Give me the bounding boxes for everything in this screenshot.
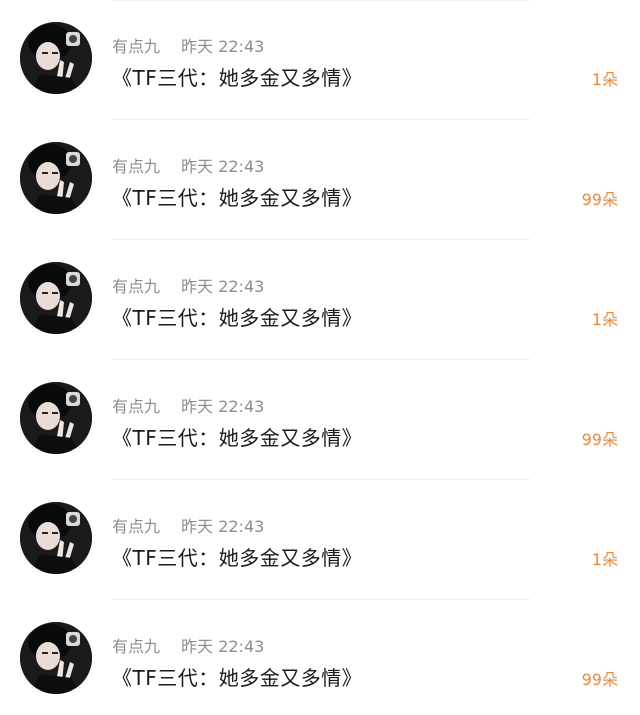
avatar[interactable] <box>20 622 92 694</box>
comment-meta: 有点九 昨天 22:43 <box>112 513 264 537</box>
list-item[interactable]: 有点九 昨天 22:43 《TF三代：她多金又多情》 1朵 <box>0 480 640 600</box>
comment-meta: 有点九 昨天 22:43 <box>112 153 264 177</box>
avatar[interactable] <box>20 502 92 574</box>
avatar[interactable] <box>20 142 92 214</box>
timestamp: 昨天 22:43 <box>181 277 265 296</box>
flower-count: 99朵 <box>581 190 618 209</box>
avatar[interactable] <box>20 262 92 334</box>
flower-count: 99朵 <box>581 430 618 449</box>
gift-record-list: 有点九 昨天 22:43 《TF三代：她多金又多情》 1朵 有点九 昨天 22:… <box>0 0 640 715</box>
user-avatar-icon <box>20 142 92 214</box>
user-avatar-icon <box>20 262 92 334</box>
timestamp: 昨天 22:43 <box>181 637 265 656</box>
user-avatar-icon <box>20 622 92 694</box>
user-avatar-icon <box>20 22 92 94</box>
timestamp: 昨天 22:43 <box>181 517 265 536</box>
comment-meta: 有点九 昨天 22:43 <box>112 273 264 297</box>
list-item[interactable]: 有点九 昨天 22:43 《TF三代：她多金又多情》 1朵 <box>0 0 640 120</box>
story-title[interactable]: 《TF三代：她多金又多情》 <box>112 302 362 331</box>
story-title[interactable]: 《TF三代：她多金又多情》 <box>112 62 362 91</box>
story-title[interactable]: 《TF三代：她多金又多情》 <box>112 422 362 451</box>
timestamp: 昨天 22:43 <box>181 157 265 176</box>
comment-meta: 有点九 昨天 22:43 <box>112 393 264 417</box>
timestamp: 昨天 22:43 <box>181 397 265 416</box>
list-item[interactable]: 有点九 昨天 22:43 《TF三代：她多金又多情》 99朵 <box>0 360 640 480</box>
avatar[interactable] <box>20 382 92 454</box>
list-item[interactable]: 有点九 昨天 22:43 《TF三代：她多金又多情》 99朵 <box>0 120 640 240</box>
author-name[interactable]: 有点九 <box>112 37 160 56</box>
author-name[interactable]: 有点九 <box>112 157 160 176</box>
author-name[interactable]: 有点九 <box>112 517 160 536</box>
comment-meta: 有点九 昨天 22:43 <box>112 633 264 657</box>
flower-count: 1朵 <box>591 70 618 89</box>
author-name[interactable]: 有点九 <box>112 637 160 656</box>
avatar[interactable] <box>20 22 92 94</box>
user-avatar-icon <box>20 382 92 454</box>
flower-count: 99朵 <box>581 670 618 689</box>
comment-meta: 有点九 昨天 22:43 <box>112 33 264 57</box>
timestamp: 昨天 22:43 <box>181 37 265 56</box>
flower-count: 1朵 <box>591 550 618 569</box>
user-avatar-icon <box>20 502 92 574</box>
flower-count: 1朵 <box>591 310 618 329</box>
story-title[interactable]: 《TF三代：她多金又多情》 <box>112 662 362 691</box>
list-item[interactable]: 有点九 昨天 22:43 《TF三代：她多金又多情》 99朵 <box>0 600 640 715</box>
story-title[interactable]: 《TF三代：她多金又多情》 <box>112 182 362 211</box>
author-name[interactable]: 有点九 <box>112 277 160 296</box>
author-name[interactable]: 有点九 <box>112 397 160 416</box>
story-title[interactable]: 《TF三代：她多金又多情》 <box>112 542 362 571</box>
list-item[interactable]: 有点九 昨天 22:43 《TF三代：她多金又多情》 1朵 <box>0 240 640 360</box>
